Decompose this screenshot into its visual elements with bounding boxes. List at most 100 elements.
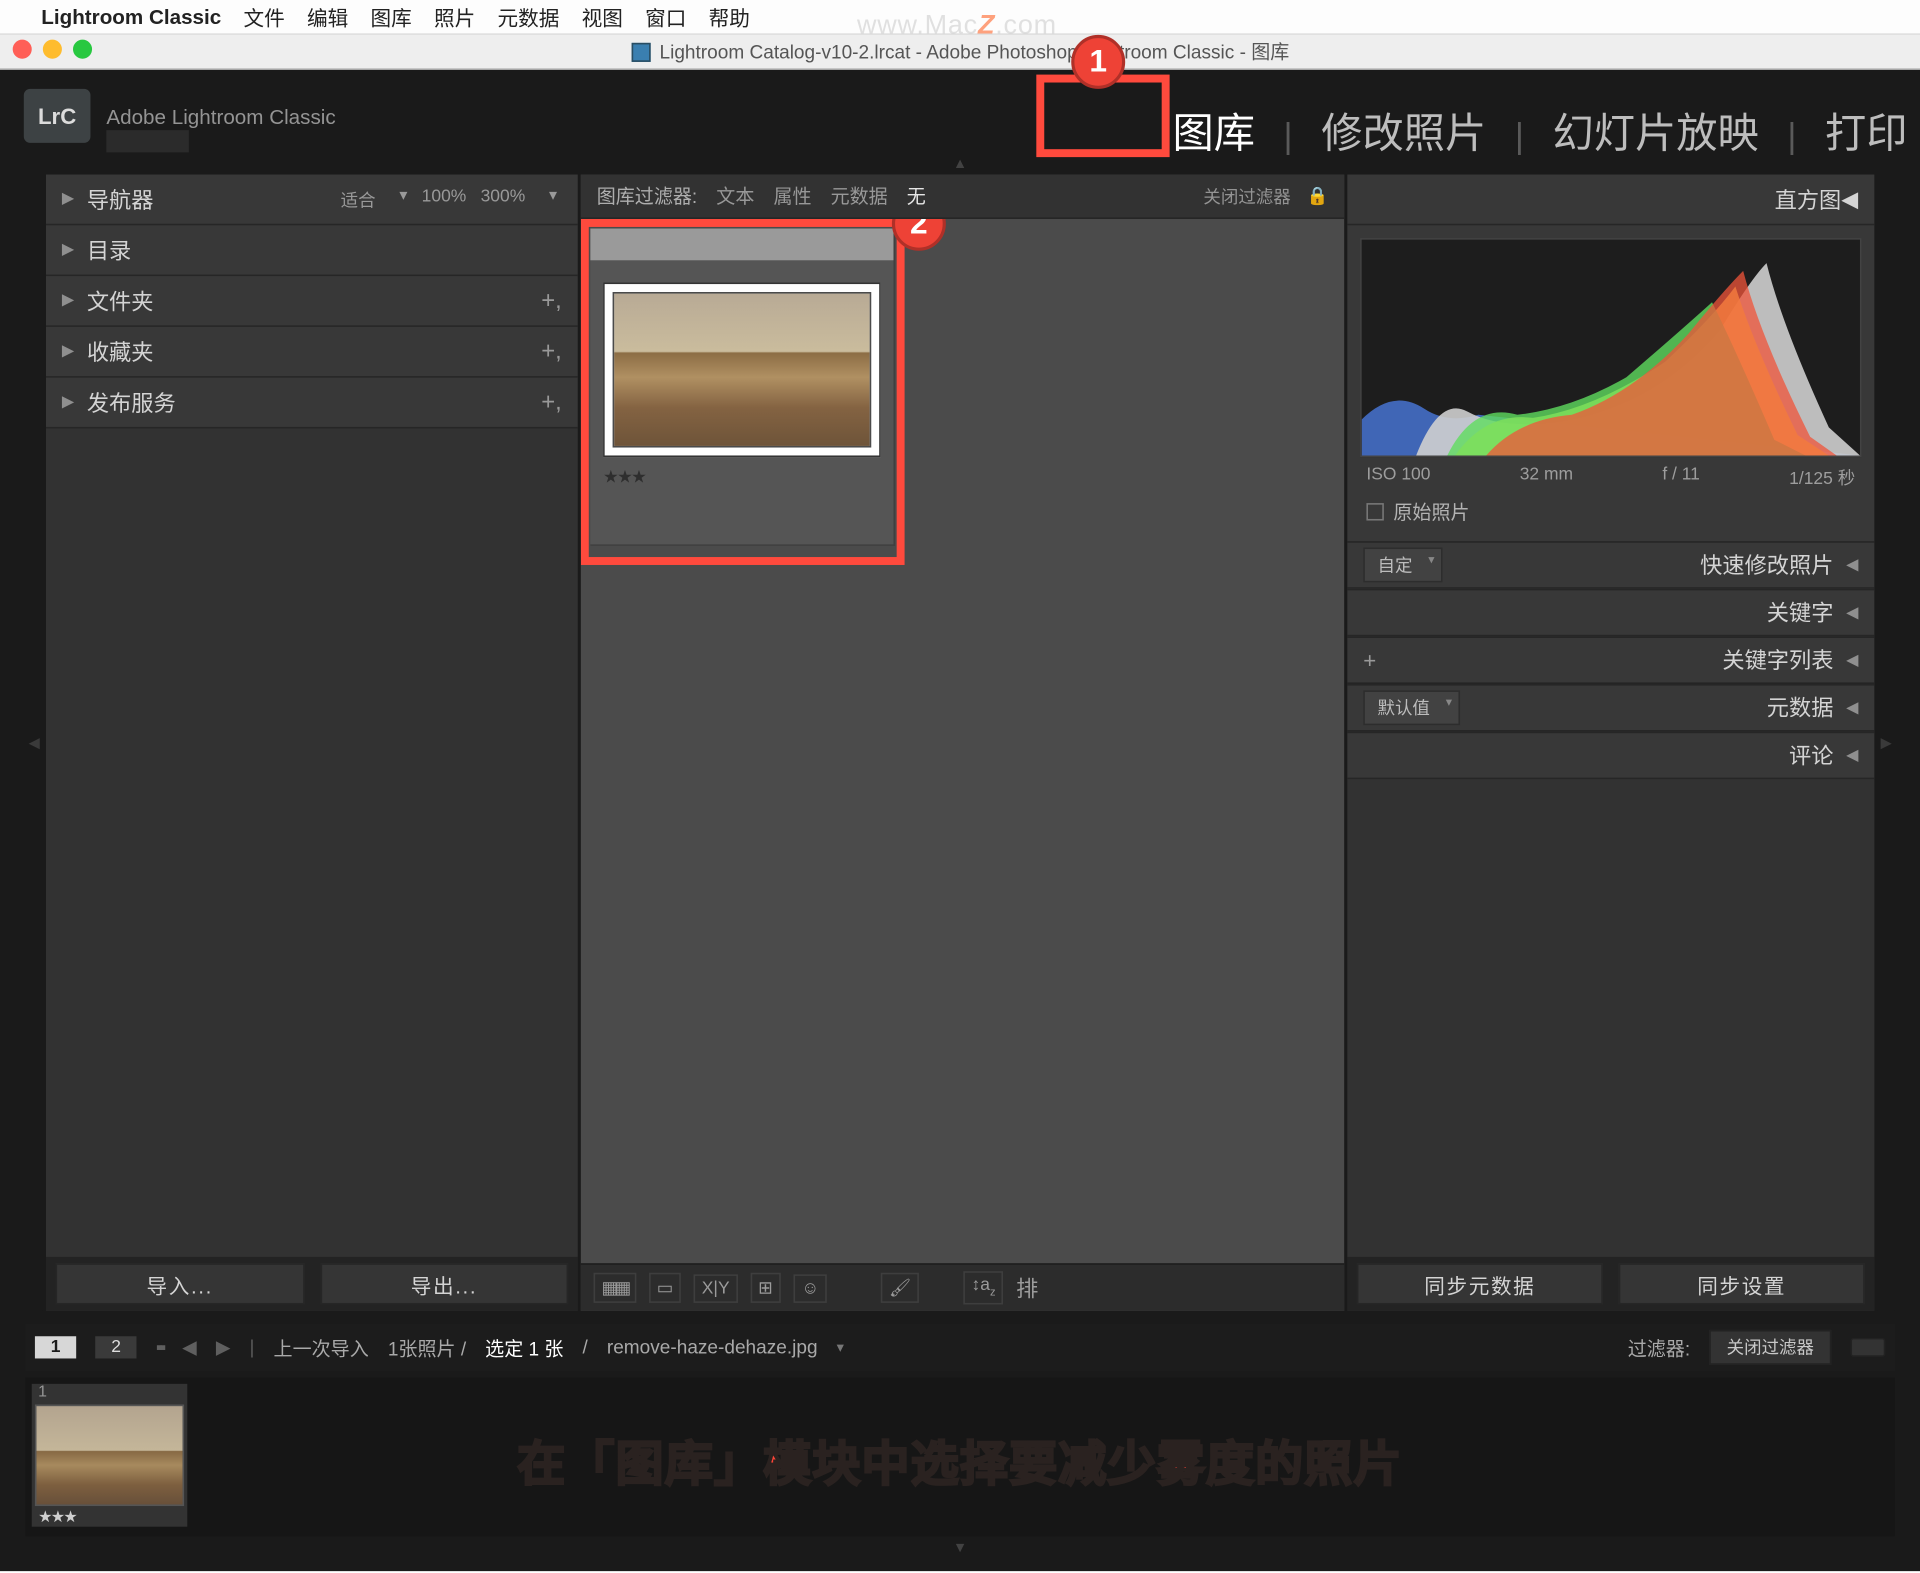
painter-tool-icon[interactable]: 🖌 [881, 1273, 919, 1303]
navigator-header[interactable]: ▶ 导航器 适合▾ 100% 300%▾ [46, 175, 578, 226]
module-library[interactable]: 图库 [1172, 102, 1255, 161]
plan-box [106, 130, 189, 152]
module-slideshow[interactable]: 幻灯片放映 [1552, 102, 1758, 161]
breadcrumb-count: 1张照片 / [388, 1334, 466, 1361]
menu-help[interactable]: 帮助 [709, 2, 750, 32]
histogram-focal: 32 mm [1520, 465, 1573, 490]
left-panel-expander[interactable]: ◀ [25, 175, 42, 1311]
loupe-view-icon[interactable]: ▭ [649, 1273, 681, 1303]
nav-forward-icon[interactable]: ▶ [216, 1336, 231, 1358]
menu-library[interactable]: 图库 [370, 2, 411, 32]
export-button[interactable]: 导出... [320, 1263, 568, 1304]
menu-metadata[interactable]: 元数据 [497, 2, 559, 32]
quick-develop-label: 快速修改照片 [1700, 549, 1833, 581]
menu-photo[interactable]: 照片 [434, 2, 475, 32]
filter-text[interactable]: 文本 [716, 183, 754, 210]
triangle-right-icon: ▶ [62, 292, 74, 309]
window-title: Lightroom Catalog-v10-2.lrcat - Adobe Ph… [659, 38, 1289, 65]
histogram-header[interactable]: 直方图 ◀ [1347, 175, 1874, 226]
publish-header[interactable]: ▶ 发布服务 +, [46, 378, 578, 429]
filter-close[interactable]: 关闭过滤器 [1203, 183, 1290, 208]
people-view-icon[interactable]: ☺ [793, 1274, 827, 1303]
quick-develop-preset[interactable]: 自定 [1363, 548, 1442, 583]
sync-settings-button[interactable]: 同步设置 [1619, 1263, 1865, 1304]
collections-header[interactable]: ▶ 收藏夹 +, [46, 327, 578, 378]
quick-develop-header[interactable]: 自定 快速修改照片 ◀ [1347, 541, 1874, 589]
grid-view-icon[interactable]: ▦▦ [594, 1273, 637, 1303]
grid-icon[interactable]: ▪▪ [156, 1336, 163, 1358]
filmstrip[interactable]: 1 ★★★ 在「图库」模块中选择要减少雾度的照片 [25, 1378, 1894, 1537]
display-secondary[interactable]: 2 [95, 1336, 136, 1358]
histogram-label: 直方图 [1775, 183, 1842, 215]
publish-add-icon[interactable]: +, [541, 389, 562, 416]
footer-filter-label: 过滤器: [1628, 1334, 1690, 1361]
catalog-header[interactable]: ▶ 目录 [46, 225, 578, 276]
zoom-window-button[interactable] [73, 40, 92, 59]
close-window-button[interactable] [13, 40, 32, 59]
breadcrumb-source[interactable]: 上一次导入 [274, 1334, 369, 1361]
keyword-list-header[interactable]: + 关键字列表 ◀ [1347, 636, 1874, 684]
collections-add-icon[interactable]: +, [541, 338, 562, 365]
photo-thumbnail[interactable]: ★★★ [590, 229, 895, 546]
histogram-aperture: f / 11 [1662, 465, 1700, 490]
filter-none[interactable]: 无 [907, 183, 926, 210]
navigator-label: 导航器 [87, 183, 154, 215]
minimize-window-button[interactable] [43, 40, 62, 59]
display-primary[interactable]: 1 [35, 1336, 76, 1358]
import-button[interactable]: 导入... [56, 1263, 304, 1304]
filmstrip-image [35, 1404, 184, 1506]
sync-metadata-button[interactable]: 同步元数据 [1357, 1263, 1603, 1304]
footer-filter-dropdown[interactable]: 关闭过滤器 [1709, 1330, 1831, 1365]
nav-back-icon[interactable]: ◀ [182, 1336, 197, 1358]
metadata-header[interactable]: 默认值 元数据 ◀ [1347, 684, 1874, 732]
folders-label: 文件夹 [87, 285, 154, 317]
top-panel-expander[interactable]: ▲ [0, 156, 1920, 172]
filter-attr[interactable]: 属性 [773, 183, 811, 210]
brand-label: Adobe Lightroom Classic [106, 104, 335, 128]
filter-meta[interactable]: 元数据 [831, 183, 888, 210]
navigator-100[interactable]: 100% [417, 186, 471, 211]
sort-direction-icon[interactable]: ↕az [964, 1272, 1004, 1304]
breadcrumb-selected: 选定 1 张 [485, 1334, 563, 1361]
filmstrip-thumbnail[interactable]: 1 ★★★ [32, 1384, 188, 1527]
triangle-left-icon: ◀ [1846, 651, 1858, 668]
keywording-header[interactable]: 关键字 ◀ [1347, 589, 1874, 637]
menubar-app[interactable]: Lightroom Classic [41, 5, 221, 29]
keywording-label: 关键字 [1767, 597, 1834, 629]
module-picker: 图库 | 修改照片 | 幻灯片放映 | 打印 [1172, 102, 1907, 161]
keyword-add-icon[interactable]: + [1363, 647, 1376, 672]
compare-view-icon[interactable]: X|Y [694, 1274, 738, 1303]
thumbnail-rating[interactable]: ★★★ [603, 467, 881, 488]
comments-header[interactable]: 评论 ◀ [1347, 732, 1874, 780]
comments-label: 评论 [1789, 740, 1833, 772]
folders-header[interactable]: ▶ 文件夹 +, [46, 276, 578, 327]
navigator-fit[interactable]: 适合 [336, 186, 380, 211]
filter-lock-icon[interactable]: 🔒 [1307, 186, 1329, 207]
folders-add-icon[interactable]: +, [541, 287, 562, 314]
filter-switch[interactable] [1850, 1338, 1885, 1357]
triangle-left-icon: ◀ [1841, 186, 1858, 213]
grid-view[interactable]: ★★★ 2 [581, 219, 1344, 1263]
menu-view[interactable]: 视图 [582, 2, 623, 32]
bottom-panel-expander[interactable]: ▼ [0, 1539, 1920, 1555]
menu-edit[interactable]: 编辑 [307, 2, 348, 32]
triangle-left-icon: ◀ [1846, 747, 1858, 764]
publish-label: 发布服务 [87, 386, 176, 418]
right-panel: 直方图 ◀ ISO 100 32 mm f / 11 [1347, 175, 1874, 1311]
module-develop[interactable]: 修改照片 [1321, 102, 1486, 161]
module-print[interactable]: 打印 [1825, 102, 1908, 161]
triangle-left-icon: ◀ [1846, 699, 1858, 716]
identity-plate: LrC Adobe Lightroom Classic [24, 89, 336, 143]
lrc-titlebar-icon [631, 42, 650, 61]
filmstrip-index: 1 [32, 1384, 188, 1401]
menu-window[interactable]: 窗口 [645, 2, 686, 32]
filmstrip-breadcrumb: 1 2 ▪▪ ◀ ▶ | 上一次导入 1张照片 / 选定 1 张 / remov… [25, 1324, 1894, 1372]
original-checkbox[interactable] [1366, 503, 1383, 520]
navigator-300[interactable]: 300% [476, 186, 530, 211]
sort-label[interactable]: 排 [1016, 1272, 1038, 1304]
thumbnail-frame [603, 282, 881, 457]
right-panel-expander[interactable]: ▶ [1877, 175, 1894, 1311]
metadata-preset[interactable]: 默认值 [1363, 690, 1460, 725]
menu-file[interactable]: 文件 [243, 2, 284, 32]
survey-view-icon[interactable]: ⊞ [750, 1273, 781, 1303]
